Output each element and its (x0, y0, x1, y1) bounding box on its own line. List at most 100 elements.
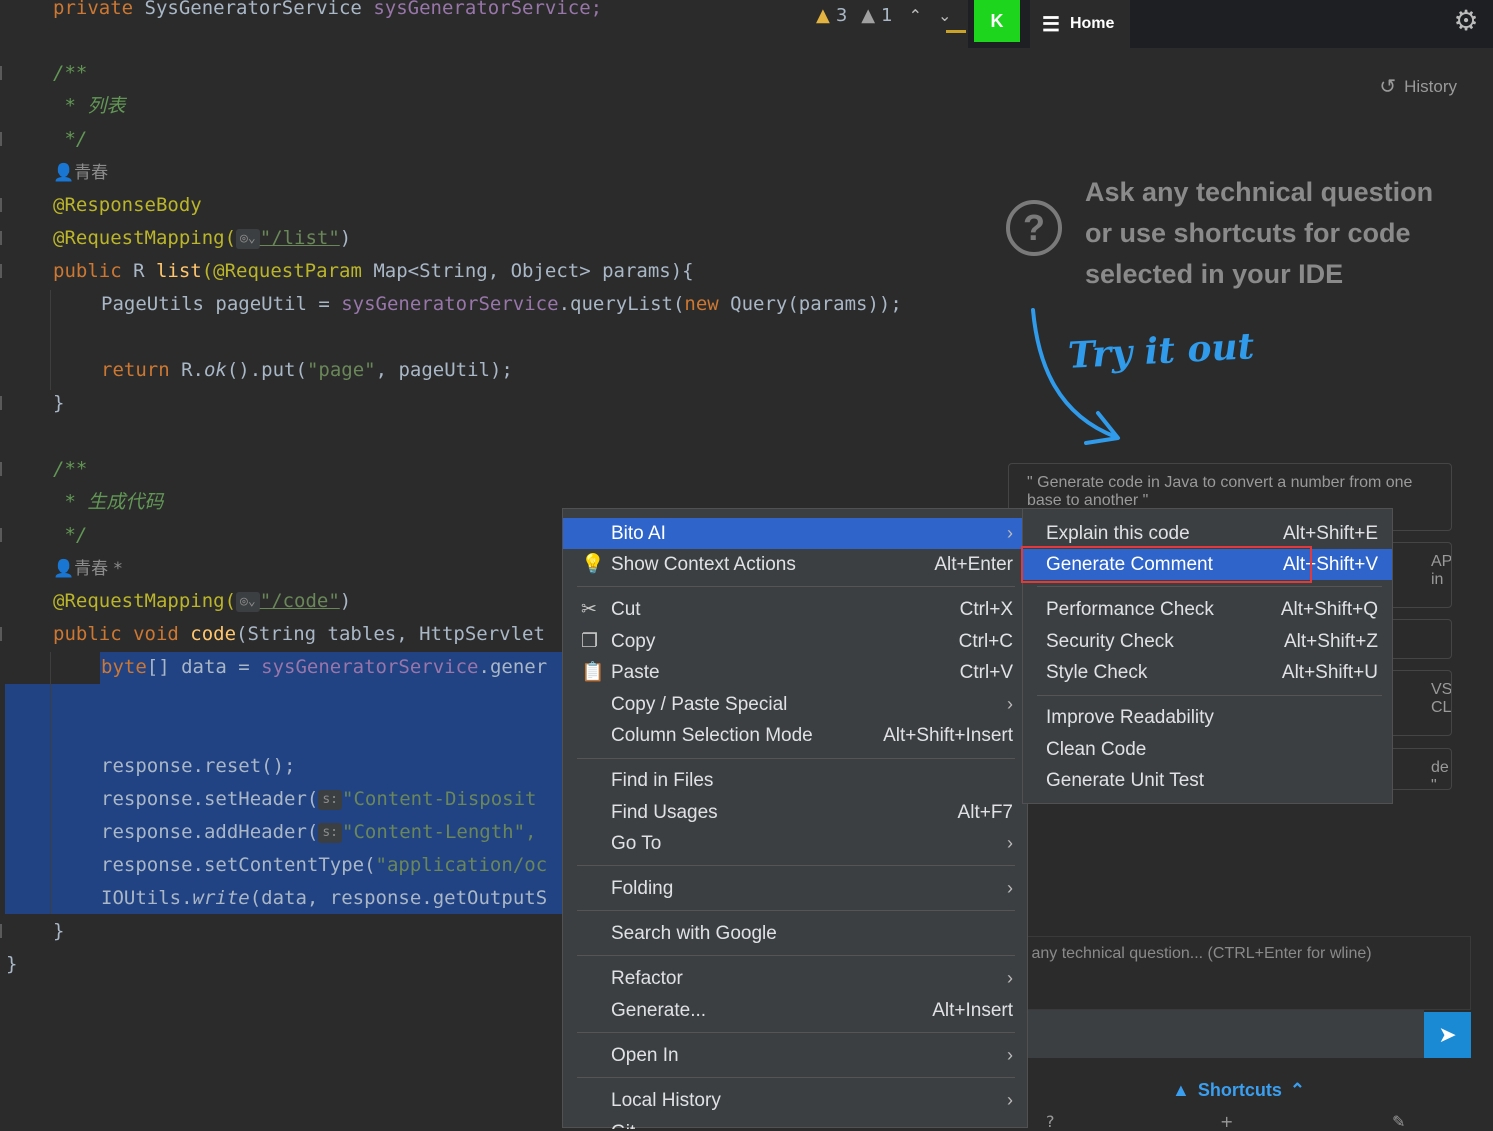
menu-separator (577, 865, 1015, 866)
chevron-right-icon: › (1007, 968, 1013, 988)
indent-guide (50, 290, 51, 390)
code-line[interactable]: response.setContentType("application/oc (101, 849, 547, 882)
highlight-box (1021, 546, 1312, 583)
code-line[interactable]: public void code(String tables, HttpServ… (53, 618, 545, 651)
submenu-item-clean-code[interactable]: Clean Code (1023, 734, 1392, 765)
inspection-widget[interactable]: ▲ 3 ▲ 1 ⌃ ⌄ (816, 0, 951, 30)
menu-item-git[interactable]: Git (563, 1117, 1027, 1129)
code-line[interactable]: * 列表 (53, 90, 125, 123)
menu-item-go-to[interactable]: Go To › (563, 828, 1027, 859)
shortcuts-button[interactable]: ▲ Shortcuts ⌃ (1172, 1080, 1305, 1101)
chevron-right-icon: › (1007, 1090, 1013, 1110)
menu-item-generate[interactable]: Generate... Alt+Insert (563, 995, 1027, 1026)
menu-item-folding[interactable]: Folding › (563, 873, 1027, 904)
code-line[interactable]: } (53, 387, 64, 420)
clipboard-icon: 📋 (581, 662, 605, 683)
scrollbar-marker[interactable] (946, 30, 966, 33)
fold-marker[interactable] (0, 132, 8, 146)
code-line[interactable]: @RequestMapping(◎⌄ "/code") (53, 585, 351, 618)
globe-icon[interactable]: ◎⌄ (236, 228, 260, 249)
menu-item-copy-paste-special[interactable]: Copy / Paste Special › (563, 689, 1027, 720)
fold-marker[interactable] (0, 627, 8, 641)
lightbulb-icon: 💡 (581, 554, 605, 575)
question-icon: ? (1006, 200, 1062, 256)
menu-separator (577, 758, 1015, 759)
code-line[interactable]: private SysGeneratorService sysGenerator… (53, 0, 602, 25)
plus-icon[interactable]: + (1220, 1112, 1233, 1131)
menu-item-open-in[interactable]: Open In › (563, 1040, 1027, 1071)
menu-item-column-selection-mode[interactable]: Column Selection Mode Alt+Shift+Insert (563, 720, 1027, 751)
menu-item-refactor[interactable]: Refactor › (563, 963, 1027, 994)
try-it-label: Try it out (1067, 325, 1256, 377)
code-line[interactable]: } (6, 948, 17, 981)
fold-marker[interactable] (0, 462, 8, 476)
menu-separator (1037, 586, 1382, 587)
scissors-icon: ✂ (581, 599, 597, 620)
warning-icon: ▲ (816, 4, 830, 26)
user-icon: 👤 (53, 559, 75, 579)
code-line[interactable]: @ResponseBody (53, 189, 202, 222)
menu-item-bito-ai[interactable]: Bito AI › (563, 518, 1027, 549)
code-line[interactable]: byte[] data = sysGeneratorService.gener (101, 651, 547, 684)
code-line[interactable]: */ (53, 123, 87, 156)
menu-item-local-history[interactable]: Local History › (563, 1085, 1027, 1116)
chevron-up-icon: ⌃ (1289, 1080, 1305, 1100)
history-icon: ↺ (1379, 76, 1397, 98)
fold-marker[interactable] (0, 396, 8, 410)
fold-marker[interactable] (0, 66, 8, 80)
code-line[interactable]: */ (53, 519, 87, 552)
fold-marker[interactable] (0, 924, 8, 938)
code-line[interactable]: response.addHeader(s: "Content-Length", (101, 816, 536, 849)
menu-item-find-usages[interactable]: Find Usages Alt+F7 (563, 797, 1027, 828)
chevron-right-icon: › (1007, 523, 1013, 543)
code-line[interactable]: response.reset(); (101, 750, 295, 783)
code-line[interactable]: return R.ok().put("page", pageUtil); (101, 354, 513, 387)
param-hint: s: (318, 822, 342, 843)
copy-icon: ❐ (581, 631, 599, 652)
menu-item-paste[interactable]: 📋 Paste Ctrl+V (563, 657, 1027, 688)
history-button[interactable]: ↺ History (1379, 74, 1457, 99)
fold-marker[interactable] (0, 198, 8, 212)
submenu-item-explain-code[interactable]: Explain this code Alt+Shift+E (1023, 518, 1392, 549)
help-icon[interactable]: ? (1046, 1112, 1055, 1131)
menu-separator (577, 1032, 1015, 1033)
code-line[interactable]: /** (53, 453, 87, 486)
menu-item-find-in-files[interactable]: Find in Files (563, 765, 1027, 796)
code-line[interactable]: response.setHeader(s: "Content-Disposit (101, 783, 536, 816)
code-line[interactable]: public R list(@RequestParam Map<String, … (53, 255, 694, 288)
code-line[interactable]: * 生成代码 (53, 486, 163, 519)
question-input[interactable]: k any technical question... (CTRL+Enter … (1008, 936, 1471, 1010)
tab-home[interactable]: ☰ Home (1030, 0, 1130, 48)
menu-item-cut[interactable]: ✂ Cut Ctrl+X (563, 594, 1027, 625)
code-line[interactable]: PageUtils pageUtil = sysGeneratorService… (101, 288, 902, 321)
fold-marker[interactable] (0, 264, 8, 278)
fold-marker[interactable] (0, 231, 8, 245)
gear-icon[interactable]: ⚙ (1451, 6, 1481, 36)
edit-icon[interactable]: ✎ (1392, 1112, 1405, 1131)
globe-icon[interactable]: ◎⌄ (236, 591, 260, 612)
submenu-item-generate-unit-test[interactable]: Generate Unit Test (1023, 765, 1392, 796)
shapes-icon: ▲ (1172, 1080, 1190, 1100)
submenu-item-performance-check[interactable]: Performance Check Alt+Shift+Q (1023, 594, 1392, 625)
author-hint[interactable]: 👤青春 * (53, 552, 122, 585)
code-line[interactable]: @RequestMapping(◎⌄ "/list") (53, 222, 351, 255)
submenu-item-style-check[interactable]: Style Check Alt+Shift+U (1023, 657, 1392, 688)
code-line[interactable]: /** (53, 57, 87, 90)
next-highlight-icon[interactable]: ⌄ (938, 6, 951, 25)
send-button[interactable]: ➤ (1424, 1012, 1471, 1058)
author-hint[interactable]: 👤青春 (53, 156, 108, 189)
avatar[interactable]: K (974, 0, 1020, 42)
submenu-item-improve-readability[interactable]: Improve Readability (1023, 702, 1392, 733)
submenu-item-security-check[interactable]: Security Check Alt+Shift+Z (1023, 626, 1392, 657)
menu-separator (577, 910, 1015, 911)
fold-marker[interactable] (0, 528, 8, 542)
code-line[interactable]: IOUtils.write(data, response.getOutputS (101, 882, 547, 915)
menu-item-copy[interactable]: ❐ Copy Ctrl+C (563, 626, 1027, 657)
code-line[interactable]: } (53, 915, 64, 948)
panel-header: K ☰ Home ⚙ (968, 0, 1493, 48)
previous-highlight-icon[interactable]: ⌃ (909, 6, 922, 25)
menu-item-search-with-google[interactable]: Search with Google (563, 918, 1027, 949)
menu-item-show-context-actions[interactable]: 💡 Show Context Actions Alt+Enter (563, 549, 1027, 580)
context-menu: Bito AI › 💡 Show Context Actions Alt+Enter … (562, 508, 1028, 1129)
indent-guide (50, 652, 51, 914)
